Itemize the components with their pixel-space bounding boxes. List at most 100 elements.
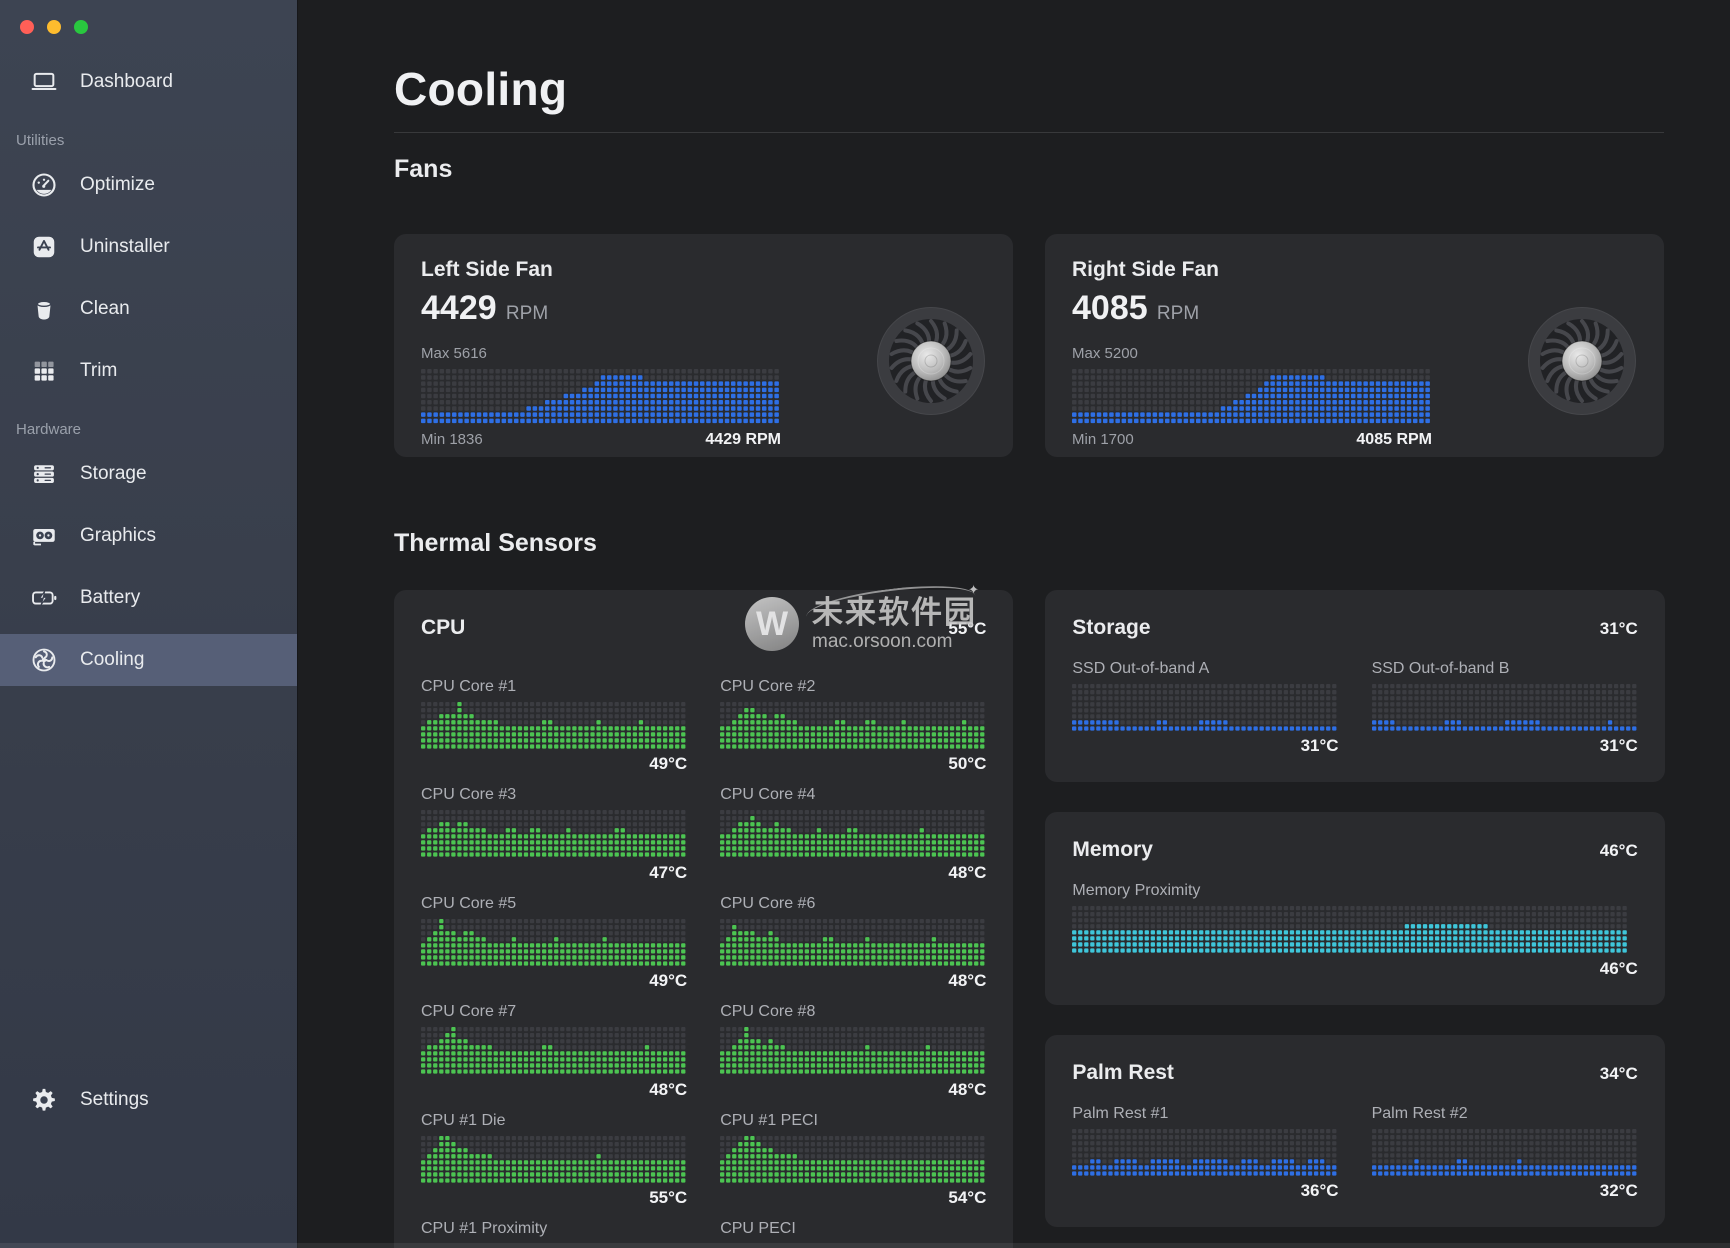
- sidebar-item-label: Uninstaller: [80, 236, 170, 258]
- sidebar: Dashboard Utilities Optimize Uninstaller…: [0, 0, 298, 1248]
- fan-image: [1527, 306, 1637, 421]
- memory-thermal-card: Memory 46°C Memory Proximity 46°C: [1045, 812, 1664, 1004]
- sidebar-footer: Settings: [0, 1074, 297, 1136]
- fan-graph-footer: Min 1700 4085 RPM: [1072, 431, 1432, 449]
- sensor-graph: [720, 1027, 986, 1075]
- server-icon: [30, 460, 58, 488]
- thermal-card-temp: 46°C: [1600, 841, 1638, 861]
- sensor-graph: [1072, 684, 1338, 732]
- sensor-temp: 48°C: [720, 1080, 986, 1100]
- thermal-card-temp: 34°C: [1600, 1064, 1638, 1084]
- fan-name: Right Side Fan: [1072, 258, 1432, 282]
- fan-rpm-unit: RPM: [501, 303, 549, 324]
- sidebar-item-clean[interactable]: Clean: [0, 283, 297, 335]
- sensor-temp: 48°C: [720, 863, 986, 883]
- sidebar-item-cooling[interactable]: Cooling: [0, 634, 297, 686]
- thermal-card-header: CPU 55°C: [421, 616, 986, 640]
- sidebar-item-label: Dashboard: [80, 71, 173, 93]
- sidebar-item-label: Clean: [80, 298, 130, 320]
- sensor: CPU #1 PECI 54°C: [720, 1112, 986, 1208]
- sensor-temp: 55°C: [421, 1188, 687, 1208]
- sensor-graph: [421, 702, 687, 750]
- close-button[interactable]: [20, 20, 34, 34]
- sensor: SSD Out-of-band A 31°C: [1072, 660, 1338, 756]
- sidebar-item-dashboard[interactable]: Dashboard: [0, 56, 297, 108]
- fan-min-label: Min 1700: [1072, 431, 1134, 448]
- sensor-label: Memory Proximity: [1072, 882, 1637, 900]
- sensor-temp: 49°C: [421, 754, 687, 774]
- sensor-label: CPU #1 Proximity: [421, 1220, 687, 1238]
- sensor-label: CPU Core #4: [720, 786, 986, 804]
- fan-history-graph: [1072, 369, 1432, 425]
- sensor-graph: [421, 1027, 687, 1075]
- sensor: Palm Rest #2 32°C: [1372, 1105, 1638, 1201]
- sidebar-item-label: Trim: [80, 360, 117, 382]
- sensor: CPU Core #6 48°C: [720, 895, 986, 991]
- sensor-temp: 32°C: [1372, 1181, 1638, 1201]
- sensor-graph: [1372, 1129, 1638, 1177]
- sidebar-item-battery[interactable]: Battery: [0, 572, 297, 624]
- thermal-sensors-heading: Thermal Sensors: [394, 529, 1664, 558]
- sensor: CPU Core #7 48°C: [421, 1003, 687, 1099]
- fan-min-label: Min 1836: [421, 431, 483, 448]
- sensor: CPU Core #4 48°C: [720, 786, 986, 882]
- sensor-label: SSD Out-of-band B: [1372, 660, 1638, 678]
- sensor-graph: [720, 810, 986, 858]
- thermal-card-title: Memory: [1072, 838, 1153, 862]
- sidebar-item-uninstaller[interactable]: Uninstaller: [0, 221, 297, 273]
- palm-rest-thermal-card: Palm Rest 34°C Palm Rest #1 36°C Palm Re…: [1045, 1035, 1664, 1227]
- sidebar-item-label: Battery: [80, 587, 140, 609]
- thermal-card-title: CPU: [421, 616, 465, 640]
- app-window: Dashboard Utilities Optimize Uninstaller…: [0, 0, 1730, 1248]
- sensor-grid: CPU Core #1 49°C CPU Core #2 50°C CPU Co…: [421, 678, 986, 1244]
- fans-grid: Left Side Fan 4429 RPM Max 5616 Min 1836…: [394, 234, 1664, 457]
- fan-card: Left Side Fan 4429 RPM Max 5616 Min 1836…: [394, 234, 1013, 457]
- sensor-label: CPU PECI: [720, 1220, 986, 1238]
- sensor-graph: [720, 1136, 986, 1184]
- sensor-temp: 48°C: [421, 1080, 687, 1100]
- sidebar-item-label: Graphics: [80, 525, 156, 547]
- fan-icon: [30, 646, 58, 674]
- fan-rpm-unit: RPM: [1152, 303, 1200, 324]
- sensor-label: CPU Core #3: [421, 786, 687, 804]
- sidebar-item-storage[interactable]: Storage: [0, 448, 297, 500]
- fan-card-info: Left Side Fan 4429 RPM Max 5616 Min 1836…: [421, 258, 781, 457]
- thermal-card-title: Palm Rest: [1072, 1061, 1174, 1085]
- sensor: CPU PECI: [720, 1220, 986, 1244]
- sensor: CPU Core #8 48°C: [720, 1003, 986, 1099]
- page-title: Cooling: [394, 62, 1664, 116]
- title-divider: [394, 132, 1664, 133]
- thermal-card-header: Memory 46°C: [1072, 838, 1637, 862]
- sidebar-nav: Dashboard Utilities Optimize Uninstaller…: [0, 56, 297, 686]
- main-content: Cooling Fans Left Side Fan 4429 RPM Max …: [298, 0, 1730, 1248]
- sidebar-item-label: Optimize: [80, 174, 155, 196]
- sensor-temp: 49°C: [421, 971, 687, 991]
- fan-current-rpm: 4429 RPM: [705, 431, 781, 449]
- sensor: Palm Rest #1 36°C: [1072, 1105, 1338, 1201]
- sensor: CPU Core #2 50°C: [720, 678, 986, 774]
- sensor: Memory Proximity 46°C: [1072, 882, 1637, 978]
- sidebar-item-optimize[interactable]: Optimize: [0, 159, 297, 211]
- cpu-card-slot: CPU 55°C CPU Core #1 49°C CPU Core #2 50…: [394, 590, 1013, 1248]
- minimize-button[interactable]: [47, 20, 61, 34]
- sensor-graph: [421, 1136, 687, 1184]
- fan-graph-footer: Min 1836 4429 RPM: [421, 431, 781, 449]
- sidebar-item-label: Storage: [80, 463, 147, 485]
- battery-icon: [30, 584, 58, 612]
- window-bottom-edge: [0, 1243, 1730, 1248]
- fan-card: Right Side Fan 4085 RPM Max 5200 Min 170…: [1045, 234, 1664, 457]
- fan-max-label: Max 5616: [421, 345, 781, 362]
- sensor-graph: [720, 919, 986, 967]
- sensor-label: CPU #1 PECI: [720, 1112, 986, 1130]
- sensor-label: Palm Rest #1: [1072, 1105, 1338, 1123]
- sensor: CPU #1 Die 55°C: [421, 1112, 687, 1208]
- appstore-icon: [30, 233, 58, 261]
- sidebar-item-trim[interactable]: Trim: [0, 345, 297, 397]
- sensor-graph: [1372, 684, 1638, 732]
- sidebar-item-settings[interactable]: Settings: [0, 1074, 297, 1126]
- bucket-icon: [30, 295, 58, 323]
- zoom-button[interactable]: [74, 20, 88, 34]
- fan-card-info: Right Side Fan 4085 RPM Max 5200 Min 170…: [1072, 258, 1432, 457]
- sidebar-item-graphics[interactable]: Graphics: [0, 510, 297, 562]
- sensor-label: CPU Core #1: [421, 678, 687, 696]
